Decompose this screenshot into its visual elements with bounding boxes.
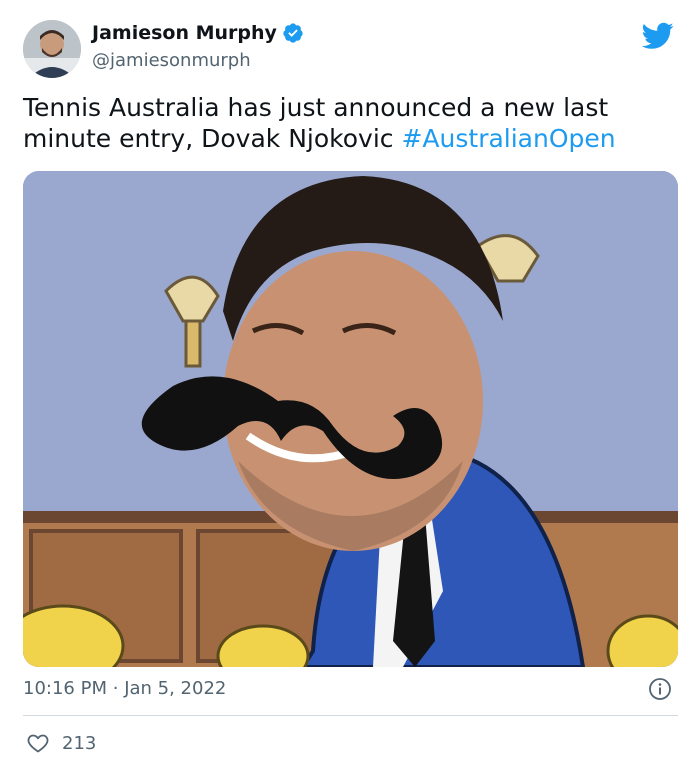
heart-icon[interactable]: [26, 731, 50, 755]
author-name[interactable]: Jamieson Murphy: [92, 22, 277, 44]
avatar[interactable]: [23, 20, 81, 78]
author-row: Jamieson Murphy: [92, 22, 304, 44]
tweet-date: Jan 5, 2022: [124, 678, 227, 699]
like-action[interactable]: 213: [26, 731, 96, 755]
verified-badge-icon: [283, 23, 303, 43]
tweet-text: Tennis Australia has just announced a ne…: [23, 92, 673, 154]
tweet-timestamp[interactable]: 10:16 PM · Jan 5, 2022: [23, 678, 226, 699]
tweet-card: Jamieson Murphy @jamiesonmurph Tennis Au…: [0, 0, 700, 769]
avatar-image: [23, 20, 81, 78]
hashtag-link[interactable]: #AustralianOpen: [401, 124, 615, 153]
twitter-bird-icon[interactable]: [642, 22, 674, 50]
tweet-time: 10:16 PM: [23, 678, 107, 699]
divider: [23, 715, 678, 716]
media-image: [23, 171, 678, 667]
like-count: 213: [62, 732, 97, 754]
author-handle[interactable]: @jamiesonmurph: [92, 50, 251, 71]
meta-separator: ·: [112, 678, 119, 699]
info-icon[interactable]: [648, 677, 672, 701]
tweet-media[interactable]: [23, 171, 678, 667]
